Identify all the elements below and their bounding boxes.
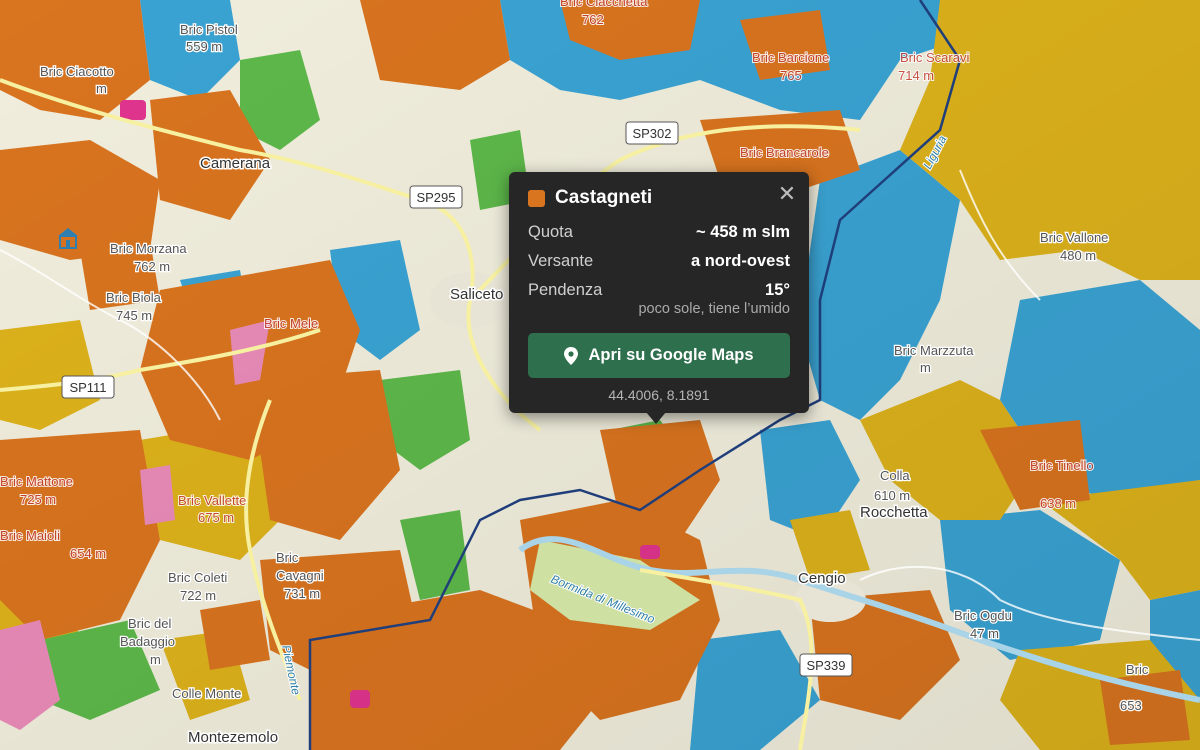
svg-text:Bric: Bric [1126,662,1149,677]
svg-text:638 m: 638 m [1040,496,1076,511]
svg-text:653: 653 [1120,698,1142,713]
road-shield-sp111: SP111 [61,375,115,399]
svg-text:Bric Ciacchetta: Bric Ciacchetta [560,0,648,9]
attribute-list: Quota ~ 458 m slm Versante a nord-ovest … [528,218,790,305]
svg-text:Bric Coleti: Bric Coleti [168,570,227,585]
svg-text:Bric Maioli: Bric Maioli [0,528,60,543]
road-shield-sp302: SP302 [625,121,679,145]
attribute-key: Quota [528,223,573,241]
attribute-value: ~ 458 m slm [695,223,790,241]
svg-text:SP111: SP111 [69,380,106,395]
open-google-maps-label: Apri su Google Maps [588,346,754,364]
attribute-value: 15° [765,281,790,299]
svg-text:Bric Tinello: Bric Tinello [1030,458,1094,473]
coordinates-readout: 44.4006, 8.1891 [608,387,710,403]
attribute-key: Pendenza [528,281,603,299]
svg-text:Bric Barcione: Bric Barcione [752,50,829,65]
svg-text:480 m: 480 m [1060,248,1096,263]
svg-text:SP295: SP295 [416,190,455,205]
svg-text:610 m: 610 m [874,488,910,503]
svg-text:Cavagni: Cavagni [276,568,324,583]
map-pin-icon [564,346,579,365]
svg-text:Bric: Bric [276,550,299,565]
svg-text:Bric Mele: Bric Mele [264,316,318,331]
road-shield-sp339: SP339 [799,653,853,677]
location-popup: Castagneti ✕ Quota ~ 458 m slm Versante … [509,172,809,413]
svg-text:731 m: 731 m [284,586,320,601]
place-label: Montezemolo [188,729,278,746]
svg-text:559 m: 559 m [186,39,222,54]
place-label: Saliceto [450,286,503,303]
svg-text:Bric Mattone: Bric Mattone [0,474,73,489]
open-google-maps-button[interactable]: Apri su Google Maps [528,333,790,378]
svg-text:Bric Biola: Bric Biola [106,290,162,305]
svg-text:762 m: 762 m [134,259,170,274]
svg-text:654 m: 654 m [70,546,106,561]
svg-text:Bric Vallette: Bric Vallette [178,493,246,508]
svg-text:SP339: SP339 [806,658,845,673]
svg-text:Colle Monte: Colle Monte [172,686,241,701]
place-label: Rocchetta [860,504,928,521]
svg-text:745 m: 745 m [116,308,152,323]
attribute-key: Versante [528,252,594,270]
svg-text:m: m [920,360,931,375]
svg-text:Bric Scaravi: Bric Scaravi [900,50,969,65]
svg-text:Bric del: Bric del [128,616,171,631]
svg-text:675 m: 675 m [198,510,234,525]
row-versante: Versante a nord-ovest [528,247,790,276]
svg-text:Bric Brancarole: Bric Brancarole [740,145,829,160]
svg-text:Bric Ciacotto: Bric Ciacotto [40,64,114,79]
svg-text:714 m: 714 m [898,68,934,83]
svg-text:Badaggio: Badaggio [120,634,175,649]
close-icon[interactable]: ✕ [777,183,797,205]
category-swatch [528,189,545,207]
svg-text:Bric Morzana: Bric Morzana [110,241,187,256]
svg-text:m: m [150,652,161,667]
place-label: Camerana [200,155,271,172]
svg-text:47 m: 47 m [970,626,999,641]
svg-text:765: 765 [780,68,802,83]
popup-pointer [646,412,666,424]
exposure-note: poco sole, tiene l’umido [638,301,790,317]
svg-text:Bric Marzzuta: Bric Marzzuta [894,343,974,358]
svg-text:Bric Pistol: Bric Pistol [180,22,238,37]
svg-text:Bric Vallone: Bric Vallone [1040,230,1108,245]
road-shield-sp295: SP295 [409,185,463,209]
svg-text:m: m [96,81,107,96]
svg-text:722 m: 722 m [180,588,216,603]
place-label: Cengio [798,570,846,587]
popup-title: Castagneti [555,187,653,208]
attribute-value: a nord-ovest [690,252,790,270]
svg-text:762: 762 [582,12,604,27]
popup-header: Castagneti [528,186,790,210]
svg-text:Bric Ogdu: Bric Ogdu [954,608,1012,623]
svg-text:725 m: 725 m [20,492,56,507]
row-quota: Quota ~ 458 m slm [528,218,790,247]
svg-text:SP302: SP302 [632,126,671,141]
svg-text:Colla: Colla [880,468,910,483]
